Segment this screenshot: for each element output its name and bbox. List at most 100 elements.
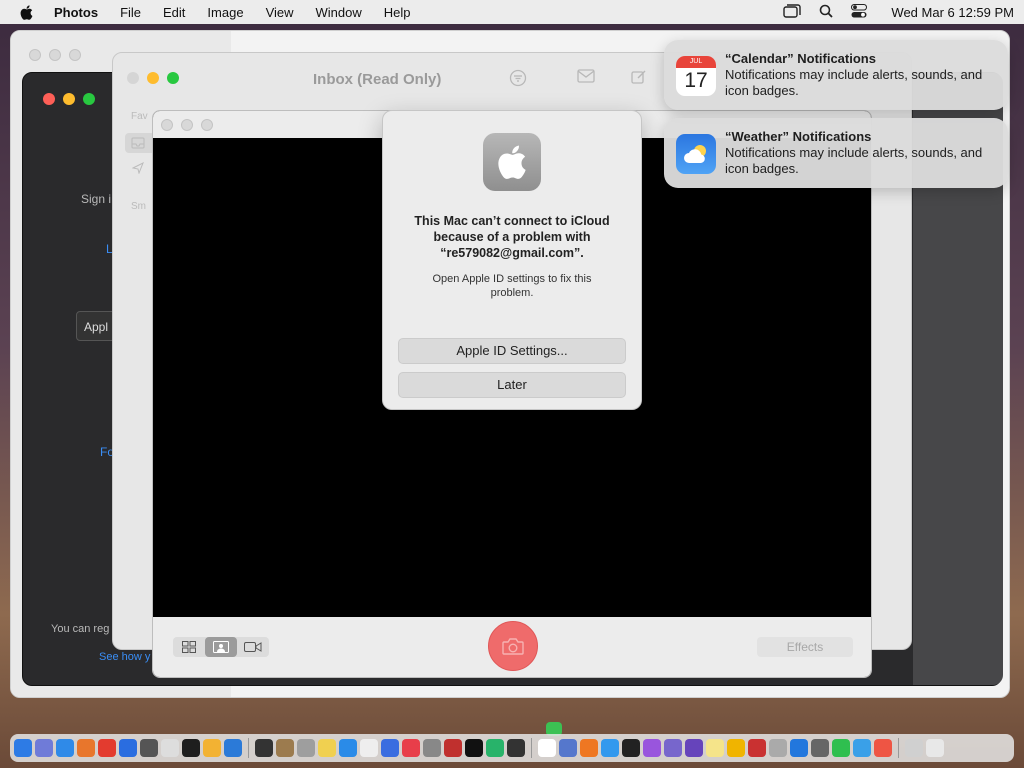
mail-window-title: Inbox (Read Only) — [313, 71, 442, 88]
dock-app-icon[interactable] — [811, 739, 829, 757]
dock-app-icon[interactable] — [161, 739, 179, 757]
apple-menu-icon[interactable] — [20, 4, 34, 20]
dock-app-icon[interactable] — [182, 739, 200, 757]
dock-app-icon[interactable] — [664, 739, 682, 757]
zoom-button[interactable] — [69, 49, 81, 61]
menu-view[interactable]: View — [266, 5, 294, 20]
dock-apps-right — [538, 739, 892, 757]
menu-window[interactable]: Window — [316, 5, 362, 20]
envelope-icon[interactable] — [577, 69, 595, 88]
dock-app-icon[interactable] — [402, 739, 420, 757]
dock-app-icon[interactable] — [276, 739, 294, 757]
zoom-button[interactable] — [201, 119, 213, 131]
compose-icon[interactable] — [631, 69, 647, 90]
video-camera-icon — [244, 642, 262, 652]
apple-id-field[interactable]: Appl — [76, 311, 116, 341]
zoom-button[interactable] — [167, 72, 179, 84]
dock-apps-left — [14, 739, 242, 757]
menu-edit[interactable]: Edit — [163, 5, 185, 20]
dock-app-icon[interactable] — [77, 739, 95, 757]
menu-help[interactable]: Help — [384, 5, 411, 20]
window-icon[interactable] — [783, 3, 802, 21]
calendar-icon-day: 17 — [684, 69, 708, 92]
apple-id-settings-button[interactable]: Apple ID Settings... — [398, 338, 626, 364]
dock-app-icon[interactable] — [224, 739, 242, 757]
dock-app-icon[interactable] — [35, 739, 53, 757]
later-button[interactable]: Later — [398, 372, 626, 398]
dock-app-icon[interactable] — [318, 739, 336, 757]
close-button[interactable] — [29, 49, 41, 61]
take-photo-button[interactable] — [488, 621, 538, 671]
minimize-button[interactable] — [49, 49, 61, 61]
minimize-button[interactable] — [147, 72, 159, 84]
dock-app-icon[interactable] — [255, 739, 273, 757]
dock-app-icon[interactable] — [905, 739, 923, 757]
dock-app-icon[interactable] — [444, 739, 462, 757]
dock-app-icon[interactable] — [360, 739, 378, 757]
dock-app-icon[interactable] — [559, 739, 577, 757]
dock-app-icon[interactable] — [507, 739, 525, 757]
minimize-button[interactable] — [63, 93, 75, 105]
close-button[interactable] — [43, 93, 55, 105]
control-center-icon[interactable] — [851, 3, 868, 21]
sent-icon[interactable] — [131, 161, 144, 179]
calendar-notification[interactable]: JUL 17 “Calendar” Notifications Notifica… — [664, 40, 1008, 110]
dock — [10, 734, 1014, 762]
dock-app-icon[interactable] — [926, 739, 944, 757]
effects-button[interactable]: Effects — [757, 637, 853, 657]
dock-downloads-trash — [905, 739, 944, 757]
dock-app-icon[interactable] — [423, 739, 441, 757]
close-button[interactable] — [127, 72, 139, 84]
dock-app-icon[interactable] — [381, 739, 399, 757]
dock-app-icon[interactable] — [140, 739, 158, 757]
video-mode-button[interactable] — [237, 637, 269, 657]
see-how-link[interactable]: See how y — [99, 651, 150, 663]
menu-app-name[interactable]: Photos — [54, 5, 98, 20]
filter-icon[interactable] — [509, 69, 527, 92]
menu-clock[interactable]: Wed Mar 6 12:59 PM — [891, 5, 1014, 20]
dock-app-icon[interactable] — [56, 739, 74, 757]
dock-app-icon[interactable] — [748, 739, 766, 757]
dock-app-icon[interactable] — [486, 739, 504, 757]
dock-app-icon[interactable] — [119, 739, 137, 757]
dock-app-icon[interactable] — [339, 739, 357, 757]
spotlight-search-icon[interactable] — [819, 4, 834, 21]
notification-title: “Weather” Notifications — [725, 129, 872, 144]
grid-mode-button[interactable] — [173, 637, 205, 657]
dock-app-icon[interactable] — [465, 739, 483, 757]
notification-body: Notifications may include alerts, sounds… — [725, 145, 983, 176]
dock-app-icon[interactable] — [580, 739, 598, 757]
dock-app-icon[interactable] — [98, 739, 116, 757]
dialog-title: This Mac can’t connect to iCloud because… — [414, 214, 610, 260]
dock-app-icon[interactable] — [727, 739, 745, 757]
dock-app-icon[interactable] — [874, 739, 892, 757]
calendar-icon-month: JUL — [676, 56, 716, 68]
capture-mode-toggle — [173, 637, 269, 657]
close-button[interactable] — [161, 119, 173, 131]
dock-app-icon[interactable] — [685, 739, 703, 757]
dock-separator — [531, 738, 532, 758]
dock-app-icon[interactable] — [622, 739, 640, 757]
dock-app-icon[interactable] — [790, 739, 808, 757]
weather-notification[interactable]: “Weather” Notifications Notifications ma… — [664, 118, 1008, 188]
dock-app-icon[interactable] — [538, 739, 556, 757]
dock-app-icon[interactable] — [769, 739, 787, 757]
zoom-button[interactable] — [83, 93, 95, 105]
footer-text: You can reg — [51, 623, 110, 635]
dock-app-icon[interactable] — [706, 739, 724, 757]
menu-image[interactable]: Image — [207, 5, 243, 20]
dock-app-icon[interactable] — [832, 739, 850, 757]
menu-file[interactable]: File — [120, 5, 141, 20]
dock-app-icon[interactable] — [643, 739, 661, 757]
dialog-message: Open Apple ID settings to fix this probl… — [432, 273, 592, 299]
camera-icon — [502, 637, 524, 655]
dock-apps-middle — [255, 739, 525, 757]
dock-app-icon[interactable] — [203, 739, 221, 757]
dock-app-icon[interactable] — [14, 739, 32, 757]
minimize-button[interactable] — [181, 119, 193, 131]
single-photo-mode-button[interactable] — [205, 637, 237, 657]
dock-app-icon[interactable] — [853, 739, 871, 757]
sign-in-heading: Sign i — [81, 192, 112, 206]
dock-app-icon[interactable] — [297, 739, 315, 757]
dock-app-icon[interactable] — [601, 739, 619, 757]
